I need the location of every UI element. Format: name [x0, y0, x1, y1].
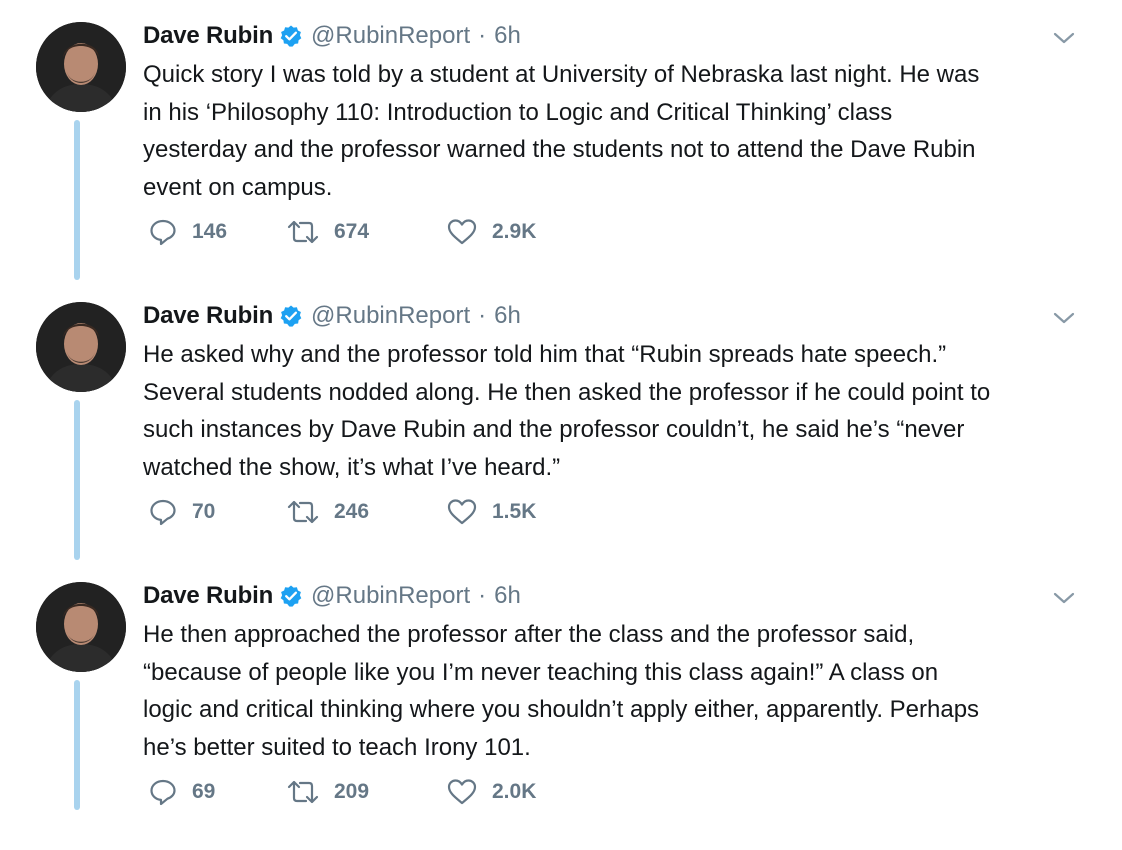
header-separator: · [478, 302, 487, 329]
author-handle[interactable]: @RubinReport [311, 302, 470, 330]
chevron-down-icon[interactable] [1052, 590, 1076, 606]
tweet-actions: 146 674 2.9K [148, 212, 748, 252]
retweet-button[interactable]: 246 [286, 492, 369, 532]
retweet-count: 246 [334, 500, 370, 523]
reply-button[interactable]: 70 [148, 492, 215, 532]
header-separator: · [478, 582, 487, 609]
retweet-icon [287, 220, 319, 244]
reply-count: 69 [192, 780, 216, 803]
verified-badge-icon [279, 24, 303, 48]
tweet-header: Dave Rubin @RubinReport · 6h [143, 578, 521, 614]
avatar[interactable] [36, 22, 126, 112]
tweet-text: He then approached the professor after t… [143, 621, 980, 761]
retweet-count: 209 [334, 780, 370, 803]
heart-icon [447, 499, 477, 525]
retweet-count: 674 [334, 220, 370, 243]
reply-count: 146 [192, 220, 228, 243]
tweet-header: Dave Rubin @RubinReport · 6h [143, 18, 521, 54]
author-name[interactable]: Dave Rubin [143, 582, 273, 610]
like-button[interactable]: 2.9K [446, 212, 536, 252]
tweet[interactable]: Dave Rubin @RubinReport · 6h He then app… [0, 560, 1122, 840]
header-separator: · [478, 22, 487, 49]
tweet-actions: 70 246 1.5K [148, 492, 748, 532]
verified-badge-icon [279, 304, 303, 328]
tweet-actions: 69 209 2.0K [148, 772, 748, 812]
author-name[interactable]: Dave Rubin [143, 22, 273, 50]
thread-connector-line [74, 680, 80, 810]
tweet-timestamp[interactable]: 6h [494, 302, 521, 330]
tweet[interactable]: Dave Rubin @RubinReport · 6h Quick story… [0, 0, 1122, 280]
like-count: 2.0K [492, 780, 537, 803]
tweet-text: Quick story I was told by a student at U… [143, 61, 980, 201]
tweet-text: He asked why and the professor told him … [143, 341, 991, 481]
like-count: 2.9K [492, 220, 537, 243]
avatar[interactable] [36, 302, 126, 392]
retweet-button[interactable]: 209 [286, 772, 369, 812]
reply-button[interactable]: 146 [148, 212, 227, 252]
like-button[interactable]: 2.0K [446, 772, 536, 812]
reply-icon [150, 499, 176, 526]
reply-count: 70 [192, 500, 216, 523]
author-name[interactable]: Dave Rubin [143, 302, 273, 330]
tweet-thread: Dave Rubin @RubinReport · 6h Quick story… [0, 0, 1122, 850]
thread-connector-line [74, 400, 80, 560]
chevron-down-icon[interactable] [1052, 310, 1076, 326]
thread-connector-line [74, 120, 80, 280]
tweet-header: Dave Rubin @RubinReport · 6h [143, 298, 521, 334]
avatar[interactable] [36, 582, 126, 672]
verified-badge-icon [279, 584, 303, 608]
tweet[interactable]: Dave Rubin @RubinReport · 6h He asked wh… [0, 280, 1122, 560]
reply-icon [150, 219, 176, 246]
retweet-button[interactable]: 674 [286, 212, 369, 252]
retweet-icon [287, 780, 319, 804]
retweet-icon [287, 500, 319, 524]
chevron-down-icon[interactable] [1052, 30, 1076, 46]
author-handle[interactable]: @RubinReport [311, 582, 470, 610]
like-count: 1.5K [492, 500, 537, 523]
tweet-timestamp[interactable]: 6h [494, 582, 521, 610]
reply-button[interactable]: 69 [148, 772, 215, 812]
author-handle[interactable]: @RubinReport [311, 22, 470, 50]
heart-icon [447, 779, 477, 805]
like-button[interactable]: 1.5K [446, 492, 536, 532]
heart-icon [447, 219, 477, 245]
tweet-timestamp[interactable]: 6h [494, 22, 521, 50]
reply-icon [150, 779, 176, 806]
